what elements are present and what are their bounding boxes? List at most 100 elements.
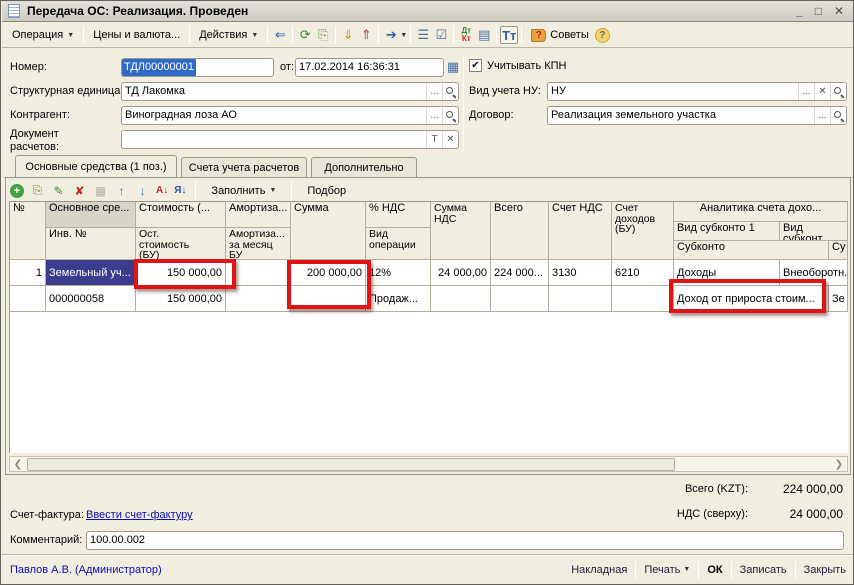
col-header-num[interactable]: № [10,202,46,260]
open-button[interactable] [830,107,846,124]
cell-op-type[interactable]: Продаж... [366,286,431,312]
cell-amort-month[interactable] [226,286,291,312]
unpost-document-icon[interactable]: ⇑ [357,26,375,44]
copy-document-icon[interactable]: ⎘ [314,26,332,44]
cell-vat-pct[interactable]: 12% [366,260,431,286]
contract-input[interactable]: Реализация земельного участка ... [547,106,847,125]
col-header-income-account[interactable]: Счет доходов (БУ) [612,202,674,260]
col-header-subkonto-type2[interactable]: Вид субконт... [780,222,848,241]
fill-menu-button[interactable]: Заполнить ▼ [205,183,282,199]
cell-income-account-2[interactable] [612,286,674,312]
operation-menu-button[interactable]: Операция ▼ [6,27,80,43]
settlement-doc-input[interactable]: T ✕ [121,130,459,149]
sort-asc-icon[interactable]: А↓ [156,185,168,196]
close-button[interactable]: Закрыть [804,564,846,576]
close-icon[interactable]: ✕ [834,4,844,18]
post-document-icon[interactable]: ⇓ [339,26,357,44]
copy-row-icon[interactable]: ⎘ [30,183,45,198]
calendar-icon[interactable]: ▦ [444,58,462,76]
pick-button[interactable]: Подбор [301,183,352,199]
refill-document-icon[interactable]: ⇐ [271,26,289,44]
goto-icon[interactable]: ➔ [382,26,400,44]
col-header-cost[interactable]: Стоимость (... [136,202,226,228]
table-empty-area[interactable] [10,312,848,453]
tab-fixed-assets[interactable]: Основные средства (1 поз.) [15,155,177,177]
col-header-subkonto2[interactable]: Су [829,241,848,260]
save-button[interactable]: Записать [740,564,787,576]
open-button[interactable] [442,83,458,100]
delete-row-icon[interactable]: ✘ [72,183,87,198]
col-header-asset[interactable]: Основное сре... [46,202,136,228]
col-header-subkonto-type1[interactable]: Вид субконто 1 [674,222,780,241]
end-edit-icon[interactable]: ▦ [93,183,108,198]
cell-total-2[interactable] [491,286,549,312]
cell-residual[interactable]: 150 000,00 [136,286,226,312]
open-button[interactable] [830,83,846,100]
move-down-icon[interactable]: ↓ [135,183,150,198]
choose-button[interactable]: ... [426,83,442,100]
scroll-right-icon[interactable]: ❯ [831,457,847,471]
cell-total[interactable]: 224 000... [491,260,549,286]
col-group-analytics[interactable]: Аналитика счета дохо... [674,202,848,222]
move-up-icon[interactable]: ↑ [114,183,129,198]
prices-currency-button[interactable]: Цены и валюта... [87,27,186,43]
col-header-vat-sum[interactable]: Сумма НДС [431,202,491,260]
col-header-subkonto[interactable]: Субконто [674,241,829,260]
col-header-op-type[interactable]: Вид операции [366,228,431,260]
text-edit-button[interactable]: T [426,131,442,148]
cell-vat-sum-2[interactable] [431,286,491,312]
waybill-button[interactable]: Накладная [571,564,627,576]
scrollbar-thumb[interactable] [27,458,675,471]
clear-button[interactable]: ✕ [814,83,830,100]
col-header-vat-account[interactable]: Счет НДС [549,202,612,260]
cell-row-num-2[interactable] [10,286,46,312]
cell-row-num[interactable]: 1 [10,260,46,286]
col-header-amort[interactable]: Амортиза... [226,202,291,228]
refresh-icon[interactable]: ⟳ [296,26,314,44]
number-input[interactable]: ТДЛ00000001 [121,58,274,77]
choose-button[interactable]: ... [814,107,830,124]
cell-income-account[interactable]: 6210 [612,260,674,286]
list-settings-icon[interactable]: ☑ [432,26,450,44]
nu-type-input[interactable]: НУ ... ✕ [547,82,847,101]
choose-button[interactable]: ... [798,83,814,100]
cell-asset[interactable]: Земельный уч... [46,260,136,286]
date-input[interactable]: 17.02.2014 16:36:31 [295,58,444,77]
open-button[interactable] [442,107,458,124]
ok-button[interactable]: ОК [707,564,722,576]
print-button[interactable]: Печать ▼ [644,564,690,576]
scroll-left-icon[interactable]: ❮ [10,457,26,471]
actions-menu-button[interactable]: Действия ▼ [193,27,264,43]
tab-additional[interactable]: Дополнительно [311,157,417,177]
cell-vat-account[interactable]: 3130 [549,260,612,286]
enter-invoice-link[interactable]: Ввести счет-фактуру [86,509,193,521]
col-header-amort-month[interactable]: Амортиза... за месяц БУ [226,228,291,260]
help-icon[interactable]: ? [595,28,610,43]
minimize-icon[interactable]: _ [796,4,803,18]
maximize-icon[interactable]: □ [815,4,822,18]
col-header-residual[interactable]: Ост. стоимость (БУ) [136,228,226,260]
tab-settlement-accounts[interactable]: Счета учета расчетов [181,157,307,177]
col-header-inv[interactable]: Инв. № [46,228,136,260]
edit-row-icon[interactable]: ✎ [51,183,66,198]
add-row-icon[interactable]: + [10,184,24,198]
kpn-checkbox[interactable]: ✔ [469,59,482,72]
structural-unit-input[interactable]: ТД Лакомка ... [121,82,459,101]
col-header-vat-pct[interactable]: % НДС [366,202,431,228]
structure-list-icon[interactable]: ☰ [414,26,432,44]
tips-button[interactable]: ? Советы [525,27,594,44]
counterparty-input[interactable]: Виноградная лоза АО ... [121,106,459,125]
clear-button[interactable]: ✕ [442,131,458,148]
cell-subkonto2[interactable]: Зе [829,286,848,312]
report-icon[interactable]: ▤ [475,26,493,44]
cell-inv[interactable]: 000000058 [46,286,136,312]
font-toggle-button[interactable]: Тт [500,26,518,44]
cell-vat-sum[interactable]: 24 000,00 [431,260,491,286]
sort-desc-icon[interactable]: Я↓ [174,185,186,196]
horizontal-scrollbar[interactable]: ❮ ❯ [9,456,848,472]
cell-vat-account-2[interactable] [549,286,612,312]
choose-button[interactable]: ... [426,107,442,124]
col-header-total[interactable]: Всего [491,202,549,260]
col-header-sum[interactable]: Сумма [291,202,366,260]
debit-credit-icon[interactable]: Дт Кт [457,27,475,43]
